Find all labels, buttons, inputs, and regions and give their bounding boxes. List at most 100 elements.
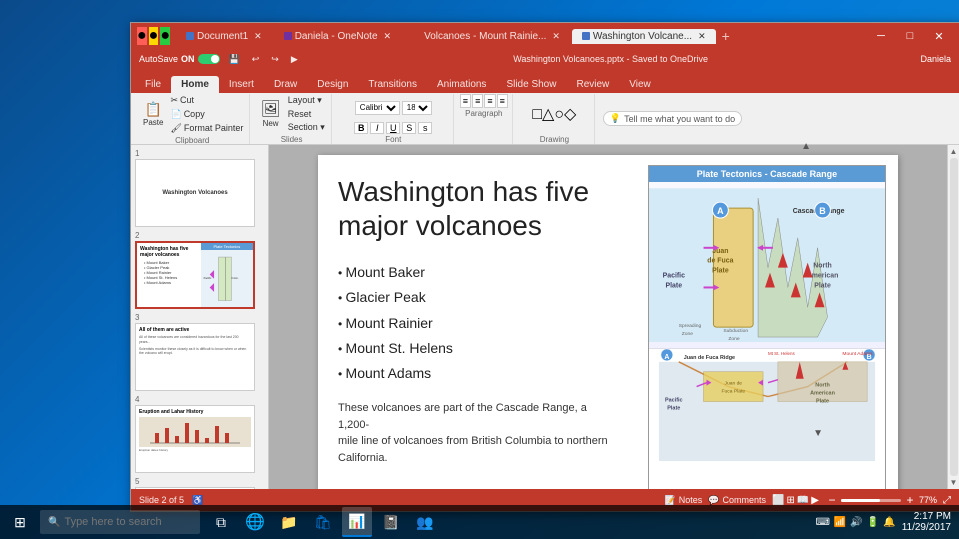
justify-btn[interactable]: ≡: [497, 94, 508, 108]
search-input[interactable]: [64, 516, 184, 528]
italic-btn[interactable]: I: [370, 122, 384, 134]
taskbar-time-display: 2:17 PM: [902, 511, 951, 522]
zoom-slider[interactable]: [841, 499, 901, 502]
window-min-btn[interactable]: ●: [149, 27, 159, 45]
thumb-diagram: Pacific N.Am.: [201, 250, 253, 308]
align-right-btn[interactable]: ≡: [484, 94, 495, 108]
store-icon[interactable]: 🛍: [308, 507, 338, 537]
slide-thumb-2[interactable]: 2 Washington has five major volcanoes Mo…: [135, 231, 261, 309]
reading-view-btn[interactable]: 📖: [797, 495, 809, 506]
tab-animations[interactable]: Animations: [427, 76, 496, 93]
network-icon[interactable]: 📶: [834, 517, 846, 528]
keyboard-icon[interactable]: ⌨: [815, 517, 829, 528]
slide-thumb-1[interactable]: 1 Washington Volcanoes: [135, 149, 261, 227]
autosave-toggle[interactable]: AutoSave ON: [139, 54, 220, 64]
tab-onenote[interactable]: Daniela - OneNote ✕: [274, 29, 401, 44]
cut-btn[interactable]: ✂ Cut: [168, 94, 245, 107]
tab-transitions[interactable]: Transitions: [358, 76, 427, 93]
svg-text:de Fuca: de Fuca: [707, 258, 733, 265]
normal-view-btn[interactable]: ⬜: [772, 495, 784, 506]
slide-thumb-inner-5[interactable]: [135, 487, 255, 489]
tab-file[interactable]: File: [135, 76, 171, 93]
window-close[interactable]: ✕: [925, 23, 953, 49]
fit-window-btn[interactable]: ⤢: [943, 495, 951, 506]
format-painter-btn[interactable]: 🖌 Format Painter: [168, 122, 245, 135]
slide-panel: 1 Washington Volcanoes 2 Washington has …: [131, 145, 269, 489]
taskbar-search-box[interactable]: 🔍: [40, 510, 200, 534]
quick-undo[interactable]: ↩: [249, 53, 263, 66]
tab-volcanoes[interactable]: Volcanoes - Mount Rainie... ✕: [403, 29, 570, 44]
comments-btn[interactable]: 💬 Comments: [708, 495, 766, 506]
tab-document1[interactable]: Document1 ✕: [176, 29, 272, 44]
autosave-pill[interactable]: [198, 54, 220, 64]
taskbar-app-icons: ⧉ 🌐 📁 🛍 📊 📓 👥: [206, 507, 440, 537]
scroll-up-arrow[interactable]: ▲: [801, 145, 811, 152]
tab-home[interactable]: Home: [171, 76, 219, 93]
align-left-btn[interactable]: ≡: [460, 94, 471, 108]
slide-thumb-inner-2[interactable]: Washington has five major volcanoes Moun…: [135, 241, 255, 309]
new-slide-btn[interactable]: 🖼 New: [256, 97, 284, 130]
svg-text:Subduction: Subduction: [723, 328, 748, 334]
quick-present[interactable]: ▶: [288, 53, 301, 66]
edge-icon[interactable]: 🌐: [240, 507, 270, 537]
slide-title: Washington has five major volcanoes: [338, 175, 618, 242]
layout-btn[interactable]: Layout ▾: [286, 94, 327, 107]
section-btn[interactable]: Section ▾: [286, 121, 327, 134]
drawing-label: Drawing: [540, 135, 569, 144]
slide-thumb-5[interactable]: 5: [135, 477, 261, 489]
slide-sorter-btn[interactable]: ⊞: [786, 495, 794, 506]
slide-canvas[interactable]: Washington has five major volcanoes Moun…: [318, 155, 898, 489]
align-center-btn[interactable]: ≡: [472, 94, 483, 108]
quick-save[interactable]: 💾: [226, 53, 243, 66]
paste-btn[interactable]: 📋 Paste: [139, 99, 167, 129]
tab-review[interactable]: Review: [566, 76, 619, 93]
slide-thumb-inner-4[interactable]: Eruption and Lahar History: [135, 405, 255, 473]
slide-thumb-inner-3[interactable]: All of them are active All of these volc…: [135, 323, 255, 391]
notes-btn[interactable]: 📝 Notes: [665, 495, 703, 506]
scroll-down-btn[interactable]: ▼: [950, 478, 958, 487]
slide-thumb-inner-1[interactable]: Washington Volcanoes: [135, 159, 255, 227]
slide-thumb-3[interactable]: 3 All of them are active All of these vo…: [135, 313, 261, 391]
copy-btn[interactable]: 📄 Copy: [168, 108, 245, 121]
strikethrough-btn[interactable]: S: [402, 122, 416, 134]
window-close-btn[interactable]: ●: [137, 27, 147, 45]
tab-insert[interactable]: Insert: [219, 76, 264, 93]
svg-text:Juan de Fuca Ridge: Juan de Fuca Ridge: [684, 355, 735, 361]
shadow-btn[interactable]: s: [418, 122, 432, 134]
font-size-select[interactable]: 18: [402, 101, 432, 115]
right-scrollbar[interactable]: ▲ ▼: [947, 145, 959, 489]
window-maximize[interactable]: □: [896, 23, 924, 49]
slideshow-btn[interactable]: ▶: [811, 495, 819, 506]
slide-bullets-list: Mount Baker Glacier Peak Mount Rainier M…: [338, 260, 618, 386]
slide-thumb-4[interactable]: 4 Eruption and Lahar History: [135, 395, 261, 473]
onenote-taskbar-icon[interactable]: 📓: [376, 507, 406, 537]
tab-draw[interactable]: Draw: [264, 76, 307, 93]
window-max-btn[interactable]: ●: [160, 27, 170, 45]
start-button[interactable]: ⊞: [0, 505, 40, 539]
tab-view[interactable]: View: [619, 76, 661, 93]
window-minimize[interactable]: ─: [867, 23, 895, 49]
notification-icon[interactable]: 🔔: [883, 517, 895, 528]
battery-icon[interactable]: 🔋: [867, 517, 879, 528]
task-view-btn[interactable]: ⧉: [206, 507, 236, 537]
new-tab-btn[interactable]: +: [722, 28, 730, 44]
reset-btn[interactable]: Reset: [286, 108, 327, 120]
tab-slideshow[interactable]: Slide Show: [496, 76, 566, 93]
tell-me-bar[interactable]: 💡 Tell me what you want to do: [603, 111, 742, 126]
tab-washington-volcanoes[interactable]: Washington Volcane... ✕: [572, 29, 716, 44]
shapes-gallery[interactable]: □△○◇: [532, 104, 576, 124]
quick-redo[interactable]: ↪: [268, 53, 282, 66]
explorer-icon[interactable]: 📁: [274, 507, 304, 537]
tab-design[interactable]: Design: [307, 76, 358, 93]
svg-text:Pacific: Pacific: [203, 276, 211, 280]
underline-btn[interactable]: U: [386, 122, 400, 134]
bold-btn[interactable]: B: [354, 122, 368, 134]
scroll-up-btn[interactable]: ▲: [950, 147, 958, 156]
svg-text:Fuca Plate: Fuca Plate: [721, 389, 745, 395]
teams-icon[interactable]: 👥: [410, 507, 440, 537]
font-family-select[interactable]: Calibri: [355, 101, 400, 115]
powerpoint-taskbar-icon[interactable]: 📊: [342, 507, 372, 537]
clipboard-small-group: ✂ Cut 📄 Copy 🖌 Format Painter: [168, 94, 245, 135]
scroll-down-arrow[interactable]: ▼: [813, 428, 823, 439]
volume-icon[interactable]: 🔊: [850, 517, 862, 528]
